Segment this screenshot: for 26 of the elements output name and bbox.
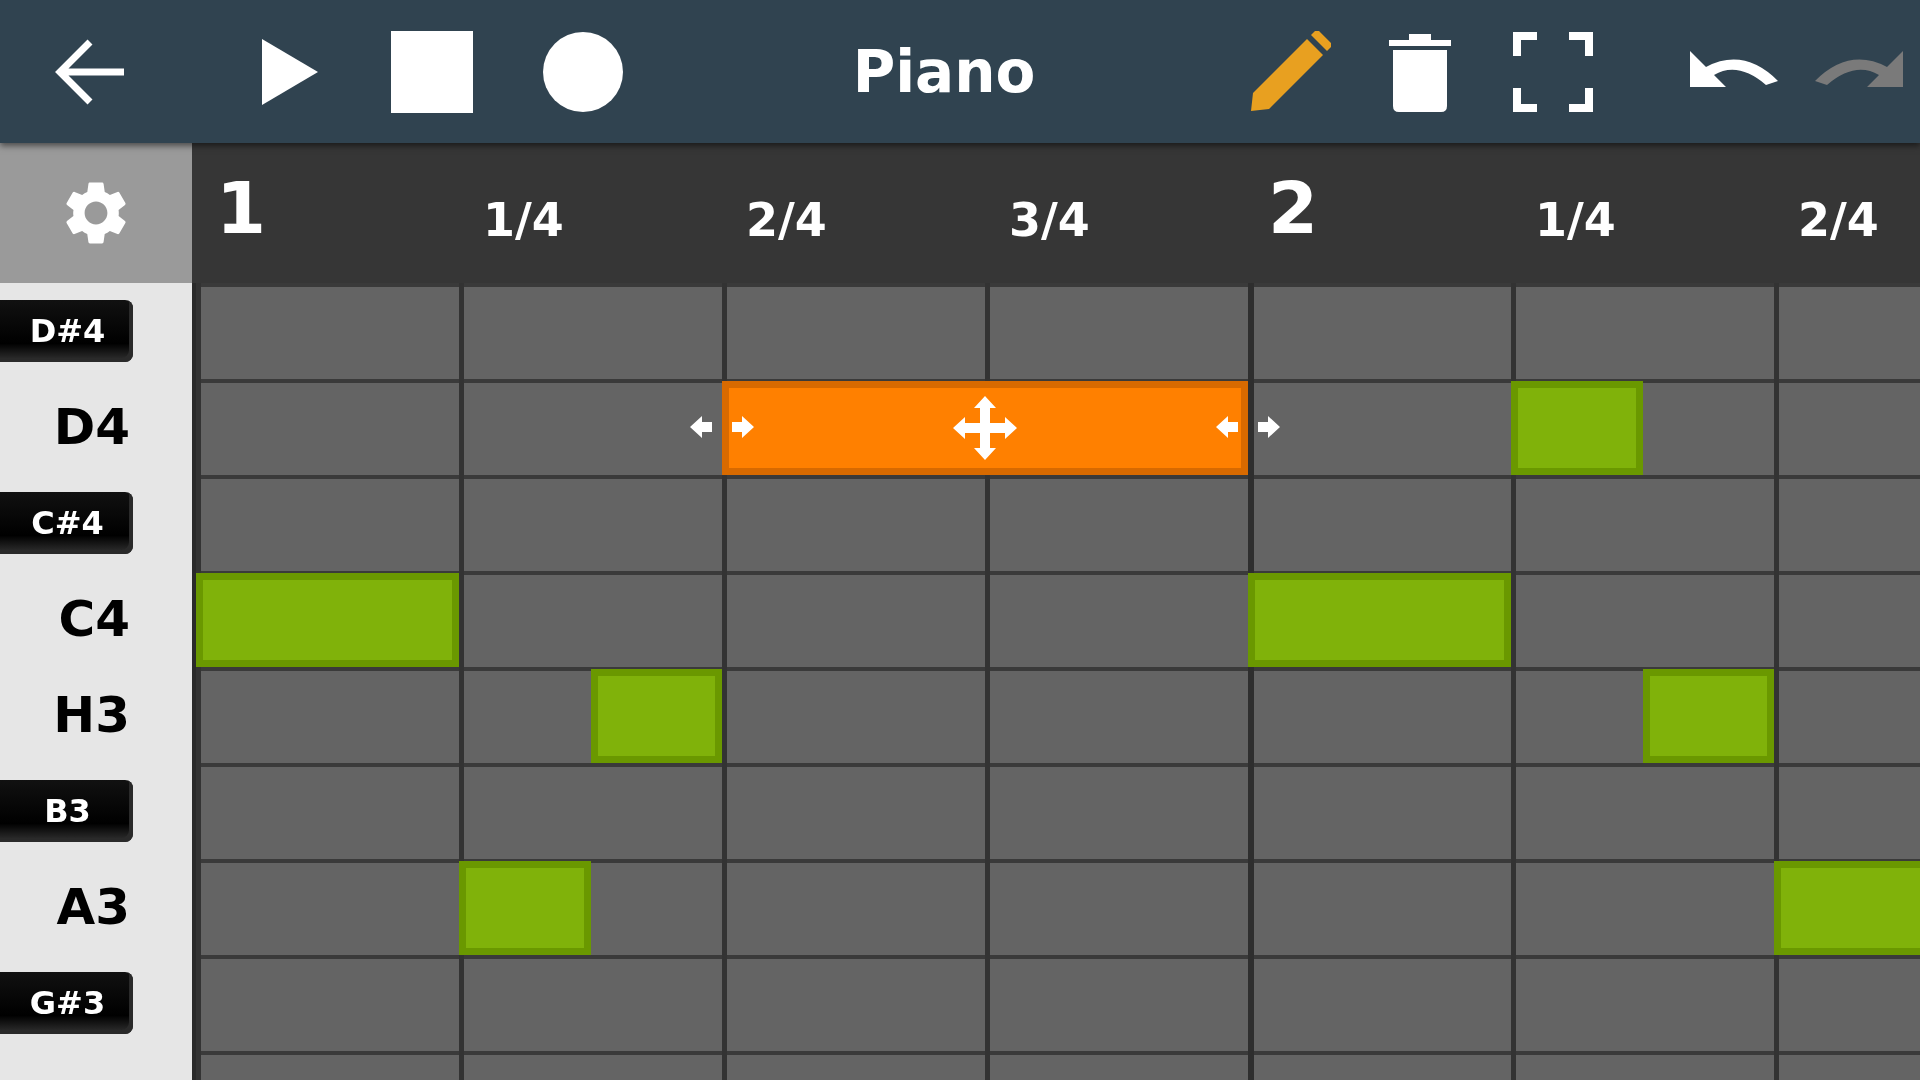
sharp-key[interactable]: B3 — [0, 780, 133, 842]
piano-key-label[interactable]: D4 — [0, 398, 130, 456]
bar-number: 1 — [215, 166, 267, 250]
note-grid[interactable] — [192, 283, 1920, 1080]
beat-label: 2/4 — [1797, 193, 1879, 247]
record-icon — [543, 31, 623, 112]
stop-icon — [391, 30, 473, 113]
beat-label: 1/4 — [1534, 193, 1616, 247]
sharp-key[interactable]: G#3 — [0, 972, 133, 1034]
bar-number: 2 — [1267, 166, 1319, 250]
beat-label: 3/4 — [1008, 193, 1090, 247]
move-handle-icon[interactable] — [952, 395, 1018, 461]
play-icon — [260, 36, 320, 107]
back-arrow-icon — [54, 37, 126, 106]
beat-label: 2/4 — [745, 193, 827, 247]
piano-key-label[interactable]: H3 — [0, 686, 130, 744]
pencil-icon — [1249, 30, 1331, 113]
settings-button[interactable] — [0, 143, 192, 283]
fullscreen-icon — [1513, 31, 1593, 112]
sharp-key[interactable]: C#4 — [0, 492, 133, 554]
piano-key-label[interactable]: C4 — [0, 590, 130, 648]
window-title: Piano — [851, 37, 1037, 106]
trash-icon — [1389, 31, 1451, 112]
piano-key-label[interactable]: A3 — [0, 878, 130, 936]
beat-label: 1/4 — [482, 193, 564, 247]
sharp-key[interactable]: D#4 — [0, 300, 133, 362]
